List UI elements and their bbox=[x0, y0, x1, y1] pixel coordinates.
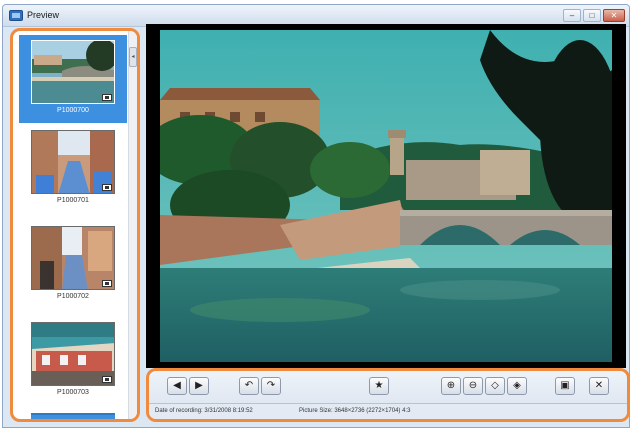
thumbnail-item[interactable]: P1000701 bbox=[19, 125, 127, 213]
fit-in-icon: ◇ bbox=[491, 380, 499, 391]
thumbnail-item[interactable]: P1000700 bbox=[19, 35, 127, 123]
app-icon bbox=[9, 10, 23, 21]
thumbnail-image bbox=[31, 130, 115, 194]
thumbnail-image bbox=[31, 40, 115, 104]
image-preview-area bbox=[146, 24, 626, 368]
next-image-button[interactable]: ▶ bbox=[189, 377, 209, 395]
chevron-left-icon: ◂ bbox=[131, 54, 135, 60]
window-controls: – □ ✕ bbox=[563, 9, 625, 22]
thumbnail-list: P1000700 P1000701 P1000702 P1000703 bbox=[13, 31, 129, 419]
thumbnail-item-partial[interactable] bbox=[31, 413, 115, 419]
favorite-button[interactable]: ★ bbox=[369, 377, 389, 395]
previous-image-button[interactable]: ◀ bbox=[167, 377, 187, 395]
thumbnail-image bbox=[31, 322, 115, 386]
video-badge-icon bbox=[102, 94, 112, 101]
minimize-button[interactable]: – bbox=[563, 9, 581, 22]
thumbnail-item[interactable]: P1000703 bbox=[19, 317, 127, 405]
zoom-out-icon: ⊖ bbox=[468, 380, 478, 391]
thumbnail-item[interactable]: P1000702 bbox=[19, 221, 127, 309]
close-preview-button[interactable]: ✕ bbox=[589, 377, 609, 395]
arrow-left-icon: ◀ bbox=[173, 380, 181, 391]
thumbnail-label: P1000703 bbox=[57, 389, 89, 396]
fit-in-button[interactable]: ◇ bbox=[485, 377, 505, 395]
thumbnail-image bbox=[31, 226, 115, 290]
zoom-in-icon: ⊕ bbox=[446, 380, 456, 391]
thumbnail-label: P1000701 bbox=[57, 197, 89, 204]
recording-date-text: Date of recording: 3/31/2008 8:19:52 bbox=[155, 408, 253, 414]
maximize-icon: □ bbox=[589, 11, 595, 20]
zoom-out-button[interactable]: ⊖ bbox=[463, 377, 483, 395]
toolbar-panel: ◀ ▶ ↶ ↷ ★ ⊕ ⊖ ◇ ◈ ▣ ✕ Date of recording:… bbox=[146, 368, 630, 422]
video-badge-icon bbox=[102, 376, 112, 383]
rotate-left-button[interactable]: ↶ bbox=[239, 377, 259, 395]
star-icon: ★ bbox=[374, 380, 384, 391]
video-badge-icon bbox=[102, 280, 112, 287]
thumbnail-scrollbar[interactable]: ◂ bbox=[128, 31, 137, 419]
preview-image bbox=[160, 30, 612, 362]
zoom-in-button[interactable]: ⊕ bbox=[441, 377, 461, 395]
rotate-left-icon: ↶ bbox=[244, 380, 254, 391]
close-window-button[interactable]: ✕ bbox=[603, 9, 625, 22]
thumbnail-label: P1000702 bbox=[57, 293, 89, 300]
thumbnail-panel: P1000700 P1000701 P1000702 P1000703 ◂ bbox=[10, 28, 140, 422]
status-bar: Date of recording: 3/31/2008 8:19:52 Pic… bbox=[149, 403, 627, 419]
close-icon: ✕ bbox=[594, 380, 604, 391]
thumbnail-label: P1000700 bbox=[57, 107, 89, 114]
minimize-icon: – bbox=[569, 11, 575, 20]
rotate-right-button[interactable]: ↷ bbox=[261, 377, 281, 395]
video-badge-icon bbox=[102, 184, 112, 191]
arrow-right-icon: ▶ bbox=[195, 380, 203, 391]
picture-size-text: Picture Size: 3648×2736 (2272×1704) 4:3 bbox=[299, 408, 411, 414]
close-icon: ✕ bbox=[610, 11, 618, 20]
collapse-panel-button[interactable]: ◂ bbox=[129, 47, 137, 67]
window-title: Preview bbox=[27, 10, 60, 20]
rotate-right-icon: ↷ bbox=[266, 380, 276, 391]
actual-size-button[interactable]: ▣ bbox=[555, 377, 575, 395]
fit-out-icon: ◈ bbox=[513, 380, 521, 391]
maximize-button[interactable]: □ bbox=[583, 9, 601, 22]
fit-out-button[interactable]: ◈ bbox=[507, 377, 527, 395]
actual-size-icon: ▣ bbox=[560, 380, 570, 391]
